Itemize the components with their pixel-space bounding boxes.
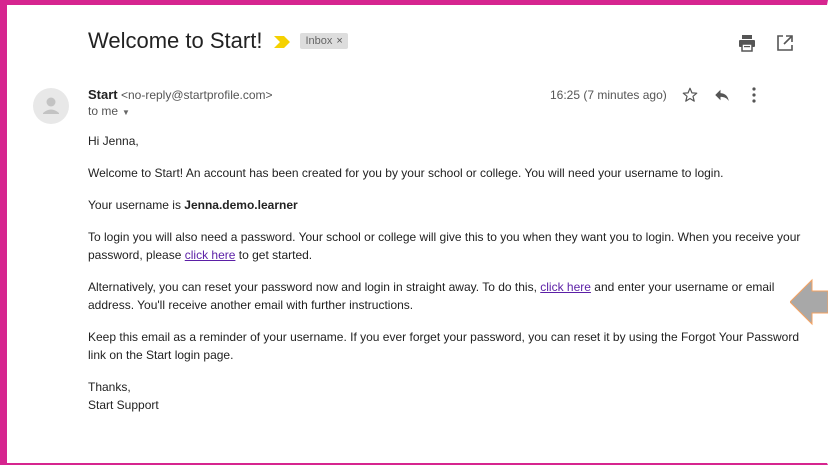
username-value: Jenna.demo.learner: [184, 198, 298, 212]
sender-avatar[interactable]: [33, 88, 69, 124]
reminder-paragraph: Keep this email as a reminder of your us…: [88, 330, 800, 362]
important-marker-icon[interactable]: [274, 35, 291, 48]
inbox-label-text: Inbox: [305, 35, 333, 47]
sender-email: <no-reply@startprofile.com>: [120, 88, 273, 102]
avatar-icon: [43, 97, 59, 114]
recipient-details[interactable]: to me ▼: [88, 104, 130, 118]
welcome-paragraph: Welcome to Start! An account has been cr…: [88, 166, 724, 180]
sender-name[interactable]: Start: [88, 87, 118, 102]
greeting: Hi Jenna,: [88, 134, 139, 148]
username-prefix: Your username is: [88, 198, 185, 212]
message-meta: 16:25 (7 minutes ago): [550, 86, 763, 104]
email-subject: Welcome to Start!: [88, 28, 263, 53]
reset-text: Alternatively, you can reset your passwo…: [88, 280, 541, 294]
star-icon[interactable]: [681, 86, 699, 104]
sender-line: Start <no-reply@startprofile.com>: [88, 87, 273, 102]
signoff: Thanks,: [88, 380, 131, 394]
print-icon[interactable]: [738, 34, 756, 52]
chevron-down-icon[interactable]: ▼: [122, 108, 130, 117]
timestamp: 16:25 (7 minutes ago): [550, 88, 667, 102]
subject-row: Welcome to Start! Inbox ×: [88, 28, 348, 54]
get-started-link[interactable]: click here: [185, 248, 236, 262]
username-paragraph: Your username is Jenna.demo.learner: [88, 196, 808, 214]
reset-password-link[interactable]: click here: [540, 280, 591, 294]
recipient-text: to me: [88, 104, 119, 118]
arrow-left-icon: [789, 278, 828, 326]
signature: Start Support: [88, 398, 159, 412]
password-paragraph: To login you will also need a password. …: [88, 228, 808, 264]
reply-icon[interactable]: [713, 86, 731, 104]
reset-paragraph: Alternatively, you can reset your passwo…: [88, 278, 808, 314]
open-in-new-window-icon[interactable]: [776, 34, 794, 52]
email-body: Hi Jenna, Welcome to Start! An account h…: [88, 132, 808, 414]
inbox-label[interactable]: Inbox ×: [300, 33, 348, 49]
more-vert-icon[interactable]: [745, 86, 763, 104]
password-suffix: to get started.: [235, 248, 313, 262]
thread-actions: [738, 34, 794, 52]
remove-label-icon[interactable]: ×: [336, 35, 342, 47]
